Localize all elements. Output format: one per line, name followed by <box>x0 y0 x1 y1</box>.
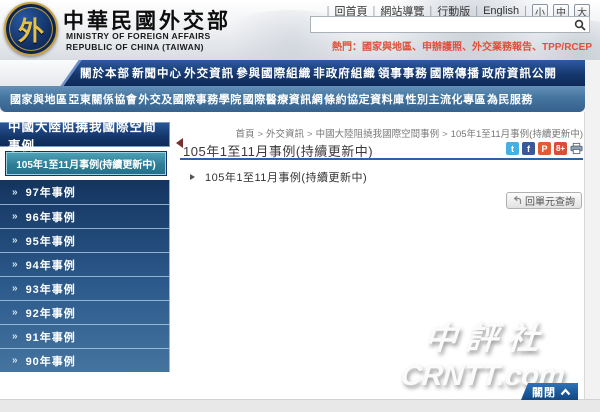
nav-international-orgs[interactable]: 參與國際組織 <box>236 65 311 81</box>
sidebar-item-96[interactable]: » 96年事例 <box>0 204 169 228</box>
chevron-marker-icon: » <box>12 259 19 270</box>
secondary-nav: 國家與地區 亞東關係協會 外交及國際事務學院 國際醫療資訊網 條約協定資料庫 性… <box>0 86 585 112</box>
back-to-unit-query-button[interactable]: 回單元查詢 <box>506 192 582 209</box>
chevron-marker-icon: » <box>12 187 19 198</box>
sidebar-item-label: 91年事例 <box>26 329 76 345</box>
hot-link-tpp-rcep[interactable]: TPP/RCEP <box>542 42 592 53</box>
sidebar-item-label: 96年事例 <box>26 209 76 225</box>
hot-link-countries[interactable]: 國家與地區 <box>362 42 412 53</box>
breadcrumb-home[interactable]: 首頁 <box>235 129 254 140</box>
sidebar-item-93[interactable]: » 93年事例 <box>0 276 169 300</box>
nav2-public-service[interactable]: 為民服務 <box>487 91 533 107</box>
hot-links-bar: 熱門：國家與地區、申辦護照、外交業務報告、TPP/RCEP <box>332 38 592 53</box>
plurk-share-icon[interactable]: P <box>538 142 551 155</box>
sidebar-item-105-active[interactable]: 105年1至11月事例(持續更新中) <box>5 151 167 176</box>
bullet-icon <box>190 174 198 180</box>
footer-strip <box>0 399 600 412</box>
sidebar-item-95[interactable]: » 95年事例 <box>0 228 169 252</box>
sidebar-title: 中國大陸阻撓我國際空間事例 <box>0 122 170 147</box>
googleplus-share-icon[interactable]: 8+ <box>554 142 567 155</box>
breadcrumb-foreign-affairs-info[interactable]: 外交資訊 <box>266 129 304 140</box>
sidebar-item-label: 92年事例 <box>26 305 76 321</box>
page: 外 中華民國外交部 MINISTRY OF FOREIGN AFFAIRS RE… <box>0 0 600 412</box>
secondary-nav-items: 國家與地區 亞東關係協會 外交及國際事務學院 國際醫療資訊網 條約協定資料庫 性… <box>10 86 533 112</box>
primary-nav: 關於本部 新聞中心 外交資訊 參與國際組織 非政府組織 領事事務 國際傳播 政府… <box>0 60 585 86</box>
sidebar-menu: » 97年事例 » 96年事例 » 95年事例 » 94年事例 » 93年事例 » 92年事… <box>0 180 170 372</box>
title-underline <box>180 158 583 160</box>
chevron-marker-icon: » <box>12 211 19 222</box>
twitter-share-icon[interactable]: t <box>506 142 519 155</box>
site-subtitle-line1: MINISTRY OF FOREIGN AFFAIRS <box>66 31 211 42</box>
chevron-marker-icon: » <box>12 283 19 294</box>
chevron-marker-icon: » <box>12 307 19 318</box>
hot-label: 熱門： <box>332 42 362 53</box>
nav-consular[interactable]: 領事事務 <box>378 65 428 81</box>
chevron-marker-icon: » <box>12 235 19 246</box>
nav2-countries[interactable]: 國家與地區 <box>10 91 68 107</box>
chevron-up-icon <box>560 388 571 396</box>
sidebar-item-90[interactable]: » 90年事例 <box>0 348 169 372</box>
content-list-item[interactable]: 105年1至11月事例(持續更新中) <box>190 169 367 185</box>
chevron-marker-icon: » <box>12 355 19 366</box>
search-box <box>310 16 590 33</box>
sidebar-item-label: 95年事例 <box>26 233 76 249</box>
breadcrumb-separator: > <box>307 129 313 140</box>
share-bar: t f P 8+ <box>506 142 583 155</box>
nav2-gender-mainstreaming[interactable]: 性別主流化專區 <box>406 91 487 107</box>
search-icon <box>574 19 586 31</box>
divider: 、 <box>412 42 422 53</box>
sidebar-item-label: 93年事例 <box>26 281 76 297</box>
nav-foreign-affairs-info[interactable]: 外交資訊 <box>184 65 234 81</box>
sidebar-item-label: 97年事例 <box>26 184 76 200</box>
breadcrumb: 首頁>外交資訊>中國大陸阻撓我國際空間事例>105年1至11月事例(持續更新中) <box>235 126 583 140</box>
hot-link-passport[interactable]: 申辦護照 <box>422 42 462 53</box>
site-subtitle: MINISTRY OF FOREIGN AFFAIRS REPUBLIC OF … <box>66 31 211 53</box>
active-section-pointer-icon <box>171 138 183 148</box>
nav-news[interactable]: 新聞中心 <box>132 65 182 81</box>
nav2-treaty-database[interactable]: 條約協定資料庫 <box>324 91 405 107</box>
nav2-diplomacy-institute[interactable]: 外交及國際事務學院 <box>138 91 242 107</box>
site-header: 外 中華民國外交部 MINISTRY OF FOREIGN AFFAIRS RE… <box>0 0 600 60</box>
sidebar-item-label: 94年事例 <box>26 257 76 273</box>
sidebar-item-97[interactable]: » 97年事例 <box>0 180 169 204</box>
chevron-marker-icon: » <box>12 331 19 342</box>
mofa-logo: 外 <box>4 2 58 56</box>
nav-international-media[interactable]: 國際傳播 <box>430 65 480 81</box>
sidebar-item-91[interactable]: » 91年事例 <box>0 324 169 348</box>
content-item-link[interactable]: 105年1至11月事例(持續更新中) <box>205 169 367 185</box>
nav2-medical-network[interactable]: 國際醫療資訊網 <box>243 91 324 107</box>
sidebar-item-94[interactable]: » 94年事例 <box>0 252 169 276</box>
nav-diagonal-decoration <box>0 60 85 86</box>
breadcrumb-separator: > <box>442 129 448 140</box>
nav2-east-asia-relations[interactable]: 亞東關係協會 <box>68 91 137 107</box>
nav-about[interactable]: 關於本部 <box>80 65 130 81</box>
search-input[interactable] <box>311 18 571 31</box>
print-icon[interactable] <box>570 142 583 155</box>
breadcrumb-separator: > <box>257 129 263 140</box>
facebook-share-icon[interactable]: f <box>522 142 535 155</box>
sidebar-item-92[interactable]: » 92年事例 <box>0 300 169 324</box>
return-arrow-icon <box>513 196 522 205</box>
primary-nav-items: 關於本部 新聞中心 外交資訊 參與國際組織 非政府組織 領事事務 國際傳播 政府… <box>80 60 557 86</box>
divider: 、 <box>462 42 472 53</box>
close-button-label: 關閉 <box>532 384 556 400</box>
sidebar-item-label: 90年事例 <box>26 353 76 369</box>
mofa-emblem-icon: 外 <box>18 11 44 48</box>
breadcrumb-current: 105年1至11月事例(持續更新中) <box>451 129 583 140</box>
nav-gov-info[interactable]: 政府資訊公開 <box>482 65 557 81</box>
divider: 、 <box>532 42 542 53</box>
close-button[interactable]: 關閉 <box>521 383 578 400</box>
back-button-label: 回單元查詢 <box>525 193 575 208</box>
search-button[interactable] <box>571 17 589 32</box>
breadcrumb-section[interactable]: 中國大陸阻撓我國際空間事例 <box>316 129 440 140</box>
hot-link-report[interactable]: 外交業務報告 <box>472 42 532 53</box>
site-subtitle-line2: REPUBLIC OF CHINA (TAIWAN) <box>66 42 211 53</box>
sidebar: 中國大陸阻撓我國際空間事例 105年1至11月事例(持續更新中) » 97年事例 … <box>0 122 170 372</box>
nav-ngo[interactable]: 非政府組織 <box>313 65 376 81</box>
